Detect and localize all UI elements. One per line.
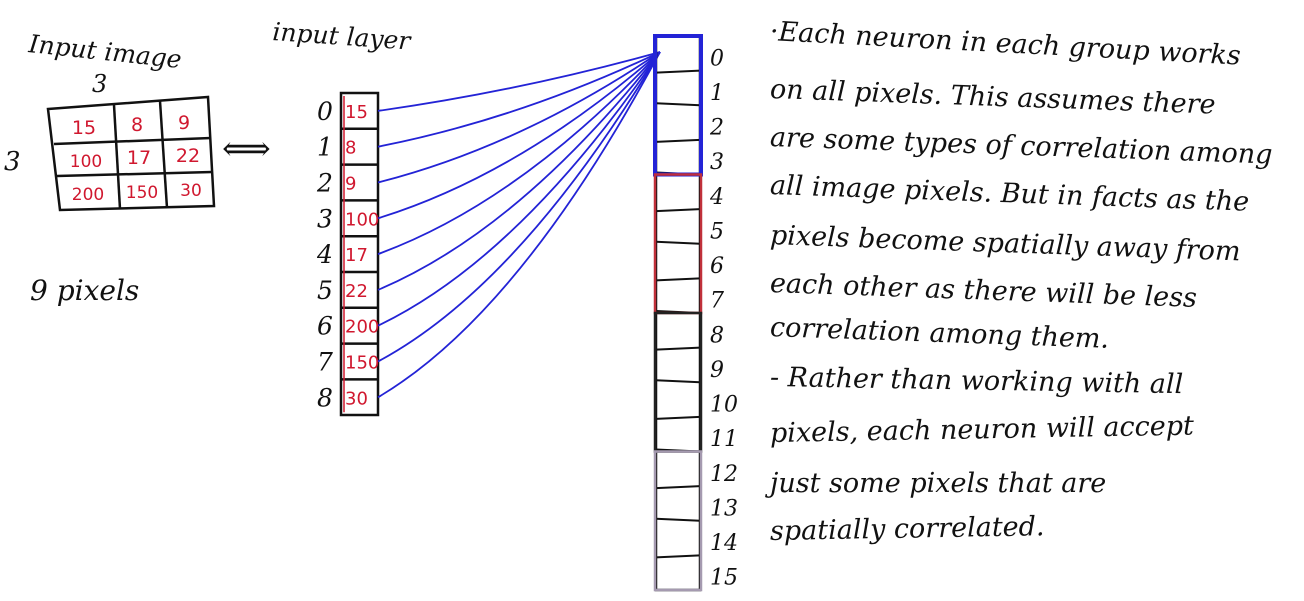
pixel-0-2: 9 [178,112,190,134]
pixel-2-1: 150 [126,183,158,203]
input-layer-value: 30 [345,388,368,409]
input-layer-index: 3 [317,204,333,233]
hidden-neuron-index: 14 [710,531,738,556]
connection-line [377,51,661,363]
pixel-1-0: 100 [70,152,102,172]
neuron-divider [655,138,701,143]
pixel-2-0: 200 [72,185,104,205]
pixel-count-caption: 9 pixels [30,274,139,307]
hidden-neuron-index: 2 [709,116,724,141]
input-layer-value: 17 [345,245,368,266]
hidden-neuron-index: 12 [710,462,738,487]
input-layer-index: 5 [317,276,333,305]
hidden-neuron-index: 13 [710,496,738,521]
pixel-0-1: 8 [131,114,143,136]
input-layer-value: 8 [345,138,356,159]
connection-line [377,51,661,327]
neuron-divider [655,485,701,490]
neuron-divider [655,346,701,351]
input-layer-title: input layer [272,17,414,56]
neuron-divider [655,240,701,245]
neuron-divider [655,554,701,559]
input-layer-index: 8 [317,383,333,412]
hidden-neuron-index: 7 [710,289,724,314]
input-layer-value: 9 [345,174,356,195]
input-layer-index: 4 [316,240,333,269]
connection-lines [377,51,661,399]
hidden-neuron-index: 9 [710,358,724,383]
hidden-neuron-index: 1 [710,81,724,106]
pixel-2-2: 30 [180,181,202,201]
hidden-neuron-index: 0 [710,46,724,71]
pixel-1-1: 17 [127,147,151,169]
input-layer-index: 6 [317,312,333,341]
neuron-divider [655,102,701,107]
input-layer-index: 7 [317,348,333,377]
input-image-title: Input image [26,29,183,74]
pixel-0-0: 15 [72,117,96,139]
hidden-neuron-index: 10 [710,393,738,418]
neuron-divider [655,379,701,384]
note-line: just some pixels that are [770,468,1107,499]
input-layer-value: 22 [345,281,368,302]
input-layer-index: 0 [317,97,333,126]
input-layer-value: 15 [345,102,368,123]
hidden-neuron-index: 6 [710,254,724,279]
connection-line [377,51,661,220]
input-layer-value: 100 [345,209,379,230]
input-image-values: 15 8 9 100 17 22 200 150 30 [70,112,202,205]
pixel-1-2: 22 [176,145,200,167]
hidden-neuron-index: 4 [709,185,724,210]
input-image-width-label: 3 [92,70,107,98]
input-layer-cells: 0 151 82 93 1004 175 226 2007 1508 30 [316,96,379,412]
neuron-divider [655,517,701,522]
input-layer-value: 200 [345,317,379,338]
neuron-divider [655,277,701,282]
neuron-divider [655,415,701,420]
input-layer-index: 1 [317,133,333,162]
input-image-height-label: 3 [4,147,21,177]
neuron-divider [655,69,701,74]
hidden-neuron-index: 15 [710,566,738,591]
hidden-neuron-index: 5 [710,219,724,244]
hidden-neuron-index: 11 [710,427,738,452]
hidden-neuron-index: 8 [710,323,724,348]
hidden-neuron-index: 3 [710,150,724,175]
double-arrow-icon: ⟺ [222,129,271,169]
neuron-divider [655,208,701,213]
input-layer-index: 2 [316,169,333,198]
hidden-layer: 0123456789101112131415 [653,34,738,592]
input-layer-value: 150 [345,353,379,374]
